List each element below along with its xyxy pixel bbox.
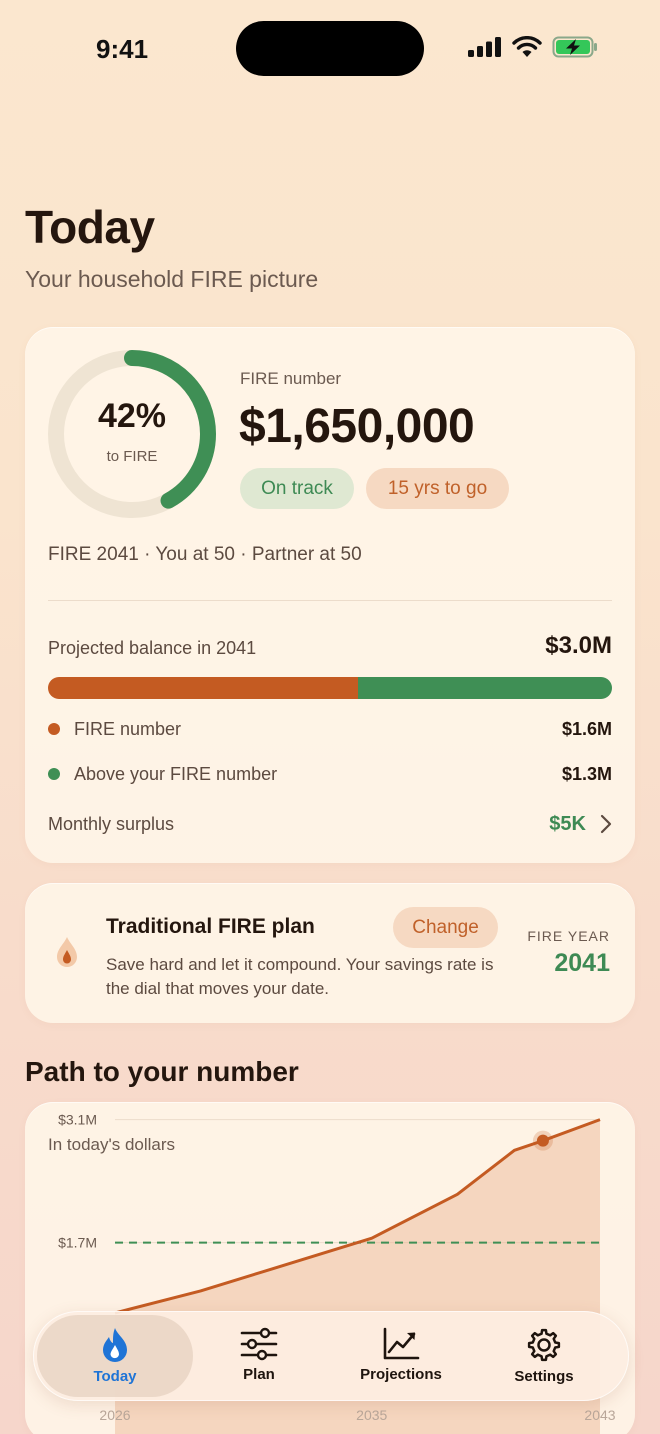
tab-projections[interactable]: Projections [336, 1315, 466, 1397]
status-bar: 9:41 [0, 0, 660, 100]
chart-x-tick-label: 2026 [99, 1407, 130, 1423]
flame-drop-icon [57, 937, 77, 967]
tab-settings[interactable]: Settings [479, 1315, 609, 1397]
fire-progress-caption: to FIRE [106, 448, 158, 465]
monthly-surplus-value: $5K [549, 812, 586, 835]
cellular-signal-icon [468, 37, 501, 57]
page-subtitle: Your household FIRE picture [25, 266, 319, 292]
sliders-icon [240, 1327, 278, 1361]
fire-summary-card: 42% to FIRE FIRE number $1,650,000 On tr… [25, 327, 635, 863]
legend-row-fire-number: FIRE number $1.6M [48, 716, 612, 742]
chart-y-tick-label: $3.1M [58, 1112, 97, 1128]
projected-balance-label: Projected balance in 2041 [48, 638, 257, 658]
chevron-right-icon [600, 814, 612, 834]
legend-value: $1.6M [561, 718, 612, 739]
fire-meta-text: FIRE 2041 · You at 50 · Partner at 50 [48, 544, 362, 565]
plan-description: Save hard and let it compound. Your savi… [106, 955, 494, 998]
chart-x-tick-label: 2043 [584, 1407, 615, 1423]
years-to-go-badge: 15 yrs to go [366, 468, 509, 509]
wifi-icon [512, 36, 542, 57]
projected-balance-value: $3.0M [545, 632, 612, 659]
battery-charging-icon [552, 36, 597, 58]
monthly-surplus-label: Monthly surplus [48, 813, 175, 834]
bar-segment-above-fire [358, 677, 612, 699]
chart-icon [383, 1327, 420, 1360]
legend-dot-green [48, 768, 60, 780]
chart-highlight-point [536, 1134, 549, 1147]
chart-y-tick-label: $1.7M [58, 1235, 97, 1251]
tab-today[interactable]: Today [37, 1315, 193, 1397]
fire-progress-percent: 42% [97, 397, 167, 435]
dynamic-island [236, 21, 424, 76]
flame-icon [103, 1328, 127, 1362]
fire-number-label: FIRE number [240, 369, 342, 388]
on-track-badge: On track [240, 468, 354, 509]
tab-plan[interactable]: Plan [194, 1315, 324, 1397]
plan-title: Traditional FIRE plan [106, 915, 315, 938]
chart-x-tick-label: 2035 [356, 1407, 387, 1423]
projected-balance-bar [48, 677, 612, 699]
fire-number-value: $1,650,000 [239, 400, 475, 453]
card-divider [48, 600, 612, 601]
bar-segment-fire-number [48, 677, 359, 699]
tab-label: Projections [360, 1366, 442, 1383]
legend-row-above-fire: Above your FIRE number $1.3M [48, 761, 612, 787]
tab-bar: Today Plan Projections Settings [33, 1311, 629, 1401]
plan-card: Traditional FIRE plan Save hard and let … [25, 883, 635, 1023]
tab-label: Settings [514, 1368, 574, 1385]
path-section-title: Path to your number [25, 1056, 299, 1087]
status-time: 9:41 [96, 34, 149, 64]
legend-value: $1.3M [561, 763, 612, 784]
legend-dot-orange [48, 723, 60, 735]
legend-label: FIRE number [74, 718, 182, 739]
status-icons [468, 36, 598, 58]
monthly-surplus-row[interactable]: Monthly surplus $5K [48, 809, 612, 839]
tab-label: Today [93, 1368, 137, 1385]
fire-year-value: 2041 [554, 949, 610, 977]
change-plan-button[interactable]: Change [393, 907, 498, 948]
gear-icon [527, 1328, 561, 1362]
page-title: Today [25, 201, 155, 253]
fire-year-label: FIRE YEAR [527, 928, 610, 944]
tab-label: Plan [243, 1366, 275, 1383]
legend-label: Above your FIRE number [74, 763, 278, 784]
